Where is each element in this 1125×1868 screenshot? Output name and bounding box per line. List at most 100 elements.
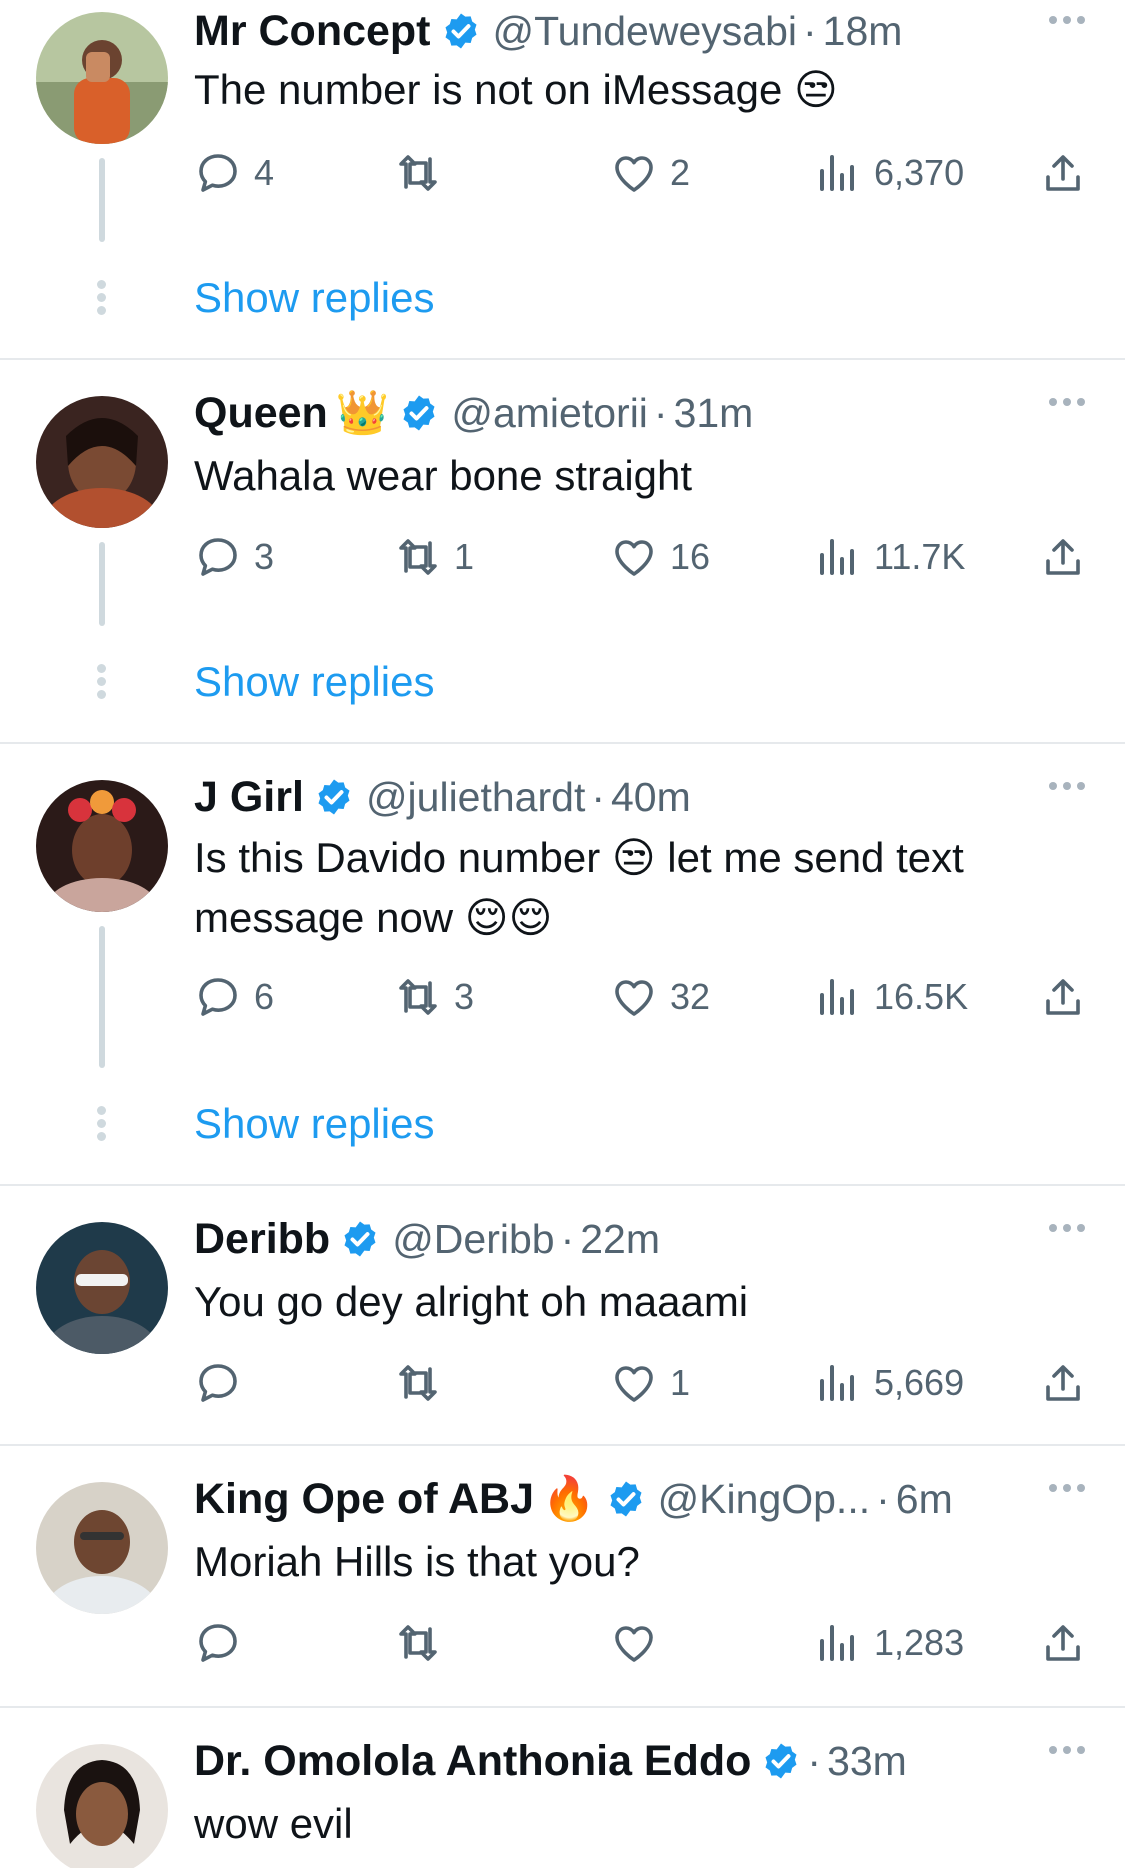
- tweet-card[interactable]: Dr. Omolola Anthonia Eddo · 33m wow evil: [0, 1708, 1125, 1868]
- reply-button[interactable]: 4: [194, 148, 274, 198]
- verified-badge-icon: [399, 393, 439, 433]
- reply-icon: [199, 1364, 237, 1402]
- verified-badge-icon: [441, 11, 481, 51]
- views-count: 16.5K: [874, 976, 969, 1017]
- user-handle[interactable]: @juliethardt: [366, 774, 585, 821]
- show-replies-link[interactable]: Show replies: [194, 1100, 434, 1148]
- more-icon[interactable]: [1049, 398, 1085, 406]
- views-count: 6,370: [874, 152, 965, 193]
- views-icon: [820, 1625, 854, 1661]
- more-icon[interactable]: [1049, 782, 1085, 790]
- views-button[interactable]: 16.5K: [814, 972, 968, 1022]
- avatar[interactable]: [36, 1222, 168, 1354]
- avatar[interactable]: [36, 12, 168, 144]
- tweet-text: Is this Davido number 😒 let me send text…: [194, 834, 964, 941]
- action-bar: 3 1 16 11.7K: [194, 532, 1094, 582]
- share-icon: [1046, 979, 1080, 1015]
- user-handle[interactable]: @Tundeweysabi: [493, 8, 797, 55]
- user-handle[interactable]: @amietorii: [451, 390, 648, 437]
- retweet-icon: [399, 155, 437, 191]
- like-button[interactable]: 32: [610, 972, 710, 1022]
- tweet-card[interactable]: Deribb @Deribb · 22m You go dey alright …: [0, 1186, 1125, 1444]
- avatar[interactable]: [36, 396, 168, 528]
- tweet-text: You go dey alright oh maaami: [194, 1278, 749, 1325]
- more-icon[interactable]: [1049, 1484, 1085, 1492]
- tweet-text: Moriah Hills is that you?: [194, 1538, 640, 1585]
- retweet-button[interactable]: 3: [394, 972, 474, 1022]
- share-icon: [1046, 539, 1080, 575]
- more-icon[interactable]: [1049, 16, 1085, 24]
- more-icon[interactable]: [1049, 1746, 1085, 1754]
- retweet-button[interactable]: 1: [394, 532, 474, 582]
- views-count: 11.7K: [874, 536, 966, 577]
- retweet-button[interactable]: [394, 1618, 442, 1668]
- reply-count: 6: [254, 976, 275, 1017]
- reply-icon: [199, 538, 237, 576]
- separator-dot: ·: [876, 1475, 890, 1522]
- separator-dot: ·: [807, 1737, 822, 1784]
- tweet-card[interactable]: King Ope of ABJ 🔥 @KingOp... · 6m Moriah…: [0, 1446, 1125, 1706]
- reply-button[interactable]: [194, 1618, 242, 1668]
- timestamp[interactable]: 33m: [827, 1738, 907, 1785]
- like-count: 16: [670, 536, 711, 577]
- user-handle[interactable]: @KingOp...: [658, 1476, 871, 1523]
- user-handle[interactable]: @Deribb: [392, 1216, 554, 1263]
- show-replies-link[interactable]: Show replies: [194, 658, 434, 706]
- share-button[interactable]: [1039, 1618, 1087, 1668]
- like-count: 32: [670, 976, 711, 1017]
- retweet-button[interactable]: [394, 1358, 442, 1408]
- share-button[interactable]: [1039, 972, 1087, 1022]
- timestamp[interactable]: 22m: [580, 1216, 660, 1263]
- display-name[interactable]: J Girl: [194, 773, 304, 822]
- views-icon: [820, 155, 854, 191]
- tweet-card[interactable]: Queen 👑 @amietorii · 31m Wahala wear bon…: [0, 360, 1125, 742]
- timestamp[interactable]: 6m: [896, 1476, 953, 1523]
- reply-button[interactable]: 6: [194, 972, 274, 1022]
- tweet-text: Wahala wear bone straight: [194, 452, 693, 499]
- tweet-card[interactable]: Mr Concept @Tundeweysabi · 18m The numbe…: [0, 0, 1125, 358]
- like-icon: [615, 156, 653, 192]
- like-button[interactable]: [610, 1618, 658, 1668]
- separator-dot: ·: [560, 1215, 575, 1262]
- thread-line: [99, 158, 105, 242]
- views-button[interactable]: 1,283: [814, 1618, 964, 1668]
- tweet-text: wow evil: [194, 1800, 353, 1847]
- avatar[interactable]: [36, 780, 168, 912]
- tweet-card[interactable]: J Girl @juliethardt · 40m Is this Davido…: [0, 744, 1125, 1184]
- views-button[interactable]: 5,669: [814, 1358, 964, 1408]
- like-button[interactable]: 1: [610, 1358, 690, 1408]
- thread-dots: [96, 664, 108, 703]
- share-button[interactable]: [1039, 532, 1087, 582]
- reply-button[interactable]: 3: [194, 532, 274, 582]
- timestamp[interactable]: 18m: [823, 8, 903, 55]
- timestamp[interactable]: 31m: [674, 390, 754, 437]
- retweet-count: 3: [454, 976, 475, 1017]
- retweet-icon: [399, 1625, 437, 1661]
- retweet-button[interactable]: [394, 148, 454, 198]
- show-replies-link[interactable]: Show replies: [194, 274, 434, 322]
- like-icon: [615, 1366, 653, 1402]
- views-button[interactable]: 11.7K: [814, 532, 965, 582]
- more-icon[interactable]: [1049, 1224, 1085, 1232]
- avatar[interactable]: [36, 1744, 168, 1868]
- display-name[interactable]: Dr. Omolola Anthonia Eddo: [194, 1737, 751, 1786]
- display-name[interactable]: Mr Concept: [194, 7, 431, 56]
- display-name[interactable]: King Ope of ABJ: [194, 1475, 534, 1524]
- retweet-icon: [399, 1365, 437, 1401]
- like-button[interactable]: 2: [610, 148, 690, 198]
- avatar[interactable]: [36, 1482, 168, 1614]
- timestamp[interactable]: 40m: [611, 774, 691, 821]
- like-button[interactable]: 16: [610, 532, 710, 582]
- like-count: 1: [670, 1362, 691, 1403]
- reply-button[interactable]: [194, 1358, 242, 1408]
- views-button[interactable]: 6,370: [814, 148, 964, 198]
- tweet-header: Deribb @Deribb · 22m: [194, 1212, 1085, 1266]
- thread-dots: [96, 280, 108, 319]
- views-count: 5,669: [874, 1362, 965, 1403]
- share-button[interactable]: [1039, 148, 1087, 198]
- retweet-count: 1: [454, 536, 475, 577]
- share-button[interactable]: [1039, 1358, 1087, 1408]
- reply-icon: [199, 1624, 237, 1662]
- display-name[interactable]: Deribb: [194, 1215, 330, 1264]
- display-name[interactable]: Queen: [194, 389, 328, 438]
